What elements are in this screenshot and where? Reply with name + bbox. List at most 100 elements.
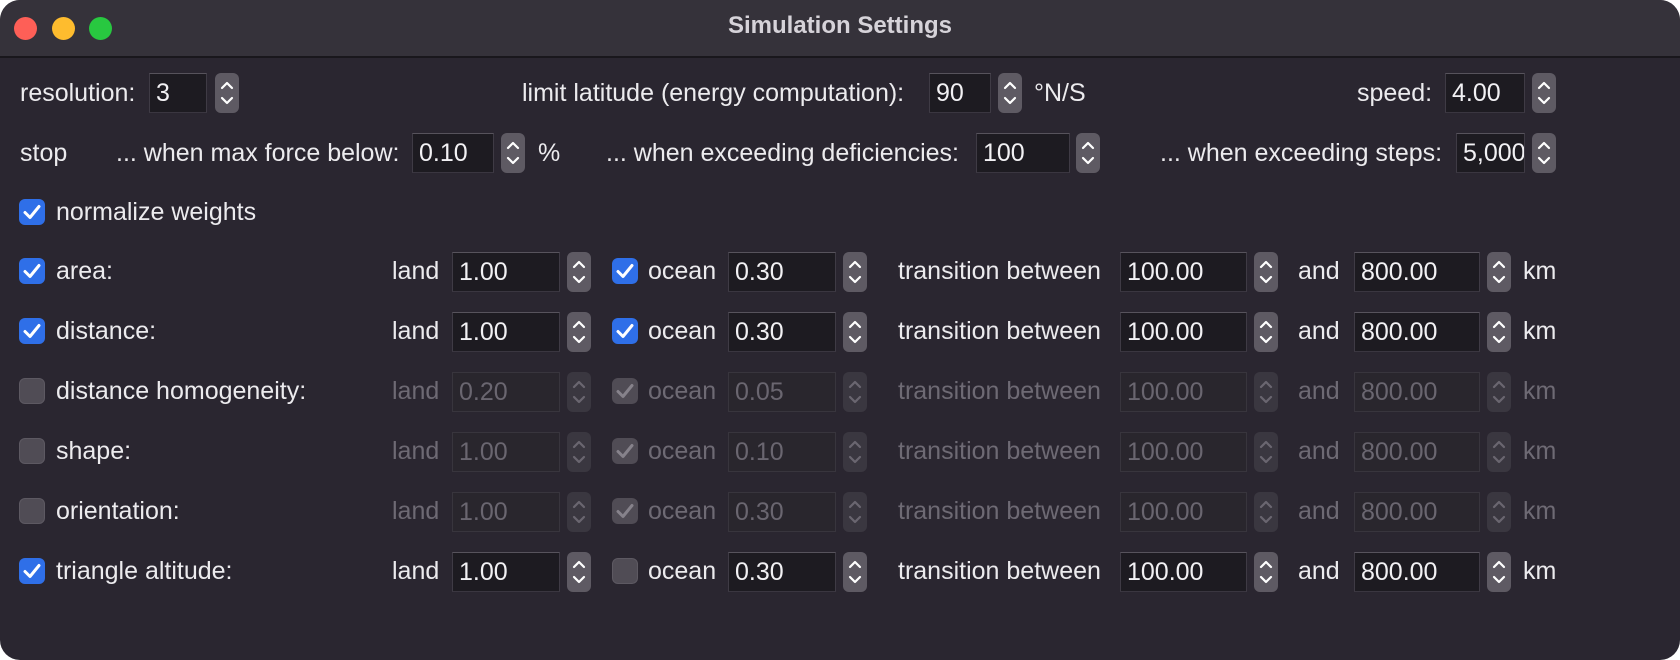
ocean-weight-stepper[interactable]: [843, 432, 867, 472]
land-weight-stepper[interactable]: [567, 252, 591, 292]
limit-latitude-field[interactable]: 90: [929, 73, 991, 113]
ocean-weight-stepper[interactable]: [843, 492, 867, 532]
transition-label: transition between: [898, 437, 1101, 465]
weight-enable-checkbox[interactable]: [19, 558, 45, 584]
ocean-label: ocean: [648, 377, 717, 405]
ocean-weight-field[interactable]: 0.30: [728, 492, 836, 532]
transition-from-field[interactable]: 100.00: [1120, 372, 1247, 412]
ocean-weight-field[interactable]: 0.05: [728, 372, 836, 412]
transition-to-field[interactable]: 800.00: [1354, 552, 1480, 592]
transition-from-stepper[interactable]: [1254, 492, 1278, 532]
ocean-checkbox[interactable]: [612, 378, 638, 404]
transition-from-field[interactable]: 100.00: [1120, 552, 1247, 592]
land-label: land: [392, 437, 440, 465]
transition-from-stepper[interactable]: [1254, 552, 1278, 592]
land-weight-stepper[interactable]: [567, 492, 591, 532]
ocean-checkbox[interactable]: [612, 498, 638, 524]
km-unit-label: km: [1523, 377, 1557, 405]
transition-from-field[interactable]: 100.00: [1120, 312, 1247, 352]
transition-to-stepper[interactable]: [1487, 312, 1511, 352]
transition-from-field[interactable]: 100.00: [1120, 432, 1247, 472]
weight-enable-checkbox[interactable]: [19, 498, 45, 524]
transition-from-field[interactable]: 100.00: [1120, 492, 1247, 532]
ocean-weight-stepper[interactable]: [843, 312, 867, 352]
weight-enable-checkbox[interactable]: [19, 378, 45, 404]
normalize-weights-label: normalize weights: [56, 198, 257, 226]
transition-from-stepper[interactable]: [1254, 372, 1278, 412]
limit-latitude-stepper[interactable]: [998, 73, 1022, 113]
transition-from-stepper[interactable]: [1254, 312, 1278, 352]
deficiencies-stepper[interactable]: [1076, 133, 1100, 173]
resolution-stepper[interactable]: [215, 73, 239, 113]
deficiencies-label: ... when exceeding deficiencies:: [606, 139, 959, 167]
km-unit-label: km: [1523, 317, 1557, 345]
land-weight-stepper[interactable]: [567, 432, 591, 472]
deficiencies-field[interactable]: 100: [976, 133, 1070, 173]
max-force-stepper[interactable]: [501, 133, 525, 173]
speed-field[interactable]: 4.00: [1445, 73, 1525, 113]
ocean-checkbox[interactable]: [612, 258, 638, 284]
transition-to-stepper[interactable]: [1487, 492, 1511, 532]
land-weight-field[interactable]: 1.00: [452, 312, 560, 352]
max-force-field[interactable]: 0.10: [412, 133, 494, 173]
land-weight-stepper[interactable]: [567, 552, 591, 592]
transition-to-field[interactable]: 800.00: [1354, 492, 1480, 532]
ocean-weight-stepper[interactable]: [843, 372, 867, 412]
km-unit-label: km: [1523, 497, 1557, 525]
ocean-weight-field[interactable]: 0.10: [728, 432, 836, 472]
transition-label: transition between: [898, 557, 1101, 585]
title-bar: Simulation Settings: [0, 0, 1680, 58]
weight-name-label: shape:: [56, 437, 132, 465]
normalize-weights-checkbox[interactable]: [19, 199, 45, 225]
steps-stepper[interactable]: [1532, 133, 1556, 173]
ocean-weight-stepper[interactable]: [843, 552, 867, 592]
land-weight-field[interactable]: 1.00: [452, 552, 560, 592]
resolution-label: resolution:: [20, 79, 136, 107]
resolution-field[interactable]: 3: [149, 73, 207, 113]
land-weight-field[interactable]: 1.00: [452, 492, 560, 532]
speed-label: speed:: [1357, 79, 1433, 107]
transition-to-field[interactable]: 800.00: [1354, 372, 1480, 412]
max-force-label: ... when max force below:: [116, 139, 400, 167]
transition-to-stepper[interactable]: [1487, 252, 1511, 292]
weight-enable-checkbox[interactable]: [19, 258, 45, 284]
ocean-weight-field[interactable]: 0.30: [728, 312, 836, 352]
km-unit-label: km: [1523, 437, 1557, 465]
ocean-weight-field[interactable]: 0.30: [728, 252, 836, 292]
transition-to-field[interactable]: 800.00: [1354, 432, 1480, 472]
weight-name-label: orientation:: [56, 497, 180, 525]
land-weight-stepper[interactable]: [567, 372, 591, 412]
transition-to-stepper[interactable]: [1487, 372, 1511, 412]
weight-enable-checkbox[interactable]: [19, 438, 45, 464]
ocean-weight-stepper[interactable]: [843, 252, 867, 292]
ocean-label: ocean: [648, 557, 717, 585]
land-weight-field[interactable]: 1.00: [452, 432, 560, 472]
and-label: and: [1298, 557, 1340, 585]
ocean-checkbox[interactable]: [612, 318, 638, 344]
land-weight-field[interactable]: 0.20: [452, 372, 560, 412]
transition-to-field[interactable]: 800.00: [1354, 312, 1480, 352]
weight-enable-checkbox[interactable]: [19, 318, 45, 344]
transition-from-stepper[interactable]: [1254, 252, 1278, 292]
transition-to-stepper[interactable]: [1487, 432, 1511, 472]
transition-label: transition between: [898, 317, 1101, 345]
weight-name-label: area:: [56, 257, 113, 285]
ocean-label: ocean: [648, 497, 717, 525]
transition-from-field[interactable]: 100.00: [1120, 252, 1247, 292]
ocean-checkbox[interactable]: [612, 558, 638, 584]
transition-to-field[interactable]: 800.00: [1354, 252, 1480, 292]
and-label: and: [1298, 317, 1340, 345]
transition-label: transition between: [898, 377, 1101, 405]
speed-stepper[interactable]: [1532, 73, 1556, 113]
land-weight-stepper[interactable]: [567, 312, 591, 352]
land-label: land: [392, 377, 440, 405]
land-weight-field[interactable]: 1.00: [452, 252, 560, 292]
ocean-weight-field[interactable]: 0.30: [728, 552, 836, 592]
limit-latitude-unit: °N/S: [1034, 79, 1086, 107]
steps-field[interactable]: 5,000: [1456, 133, 1525, 173]
transition-to-stepper[interactable]: [1487, 552, 1511, 592]
transition-from-stepper[interactable]: [1254, 432, 1278, 472]
ocean-checkbox[interactable]: [612, 438, 638, 464]
and-label: and: [1298, 257, 1340, 285]
settings-window: Simulation Settings resolution: 3 limit …: [0, 0, 1680, 660]
